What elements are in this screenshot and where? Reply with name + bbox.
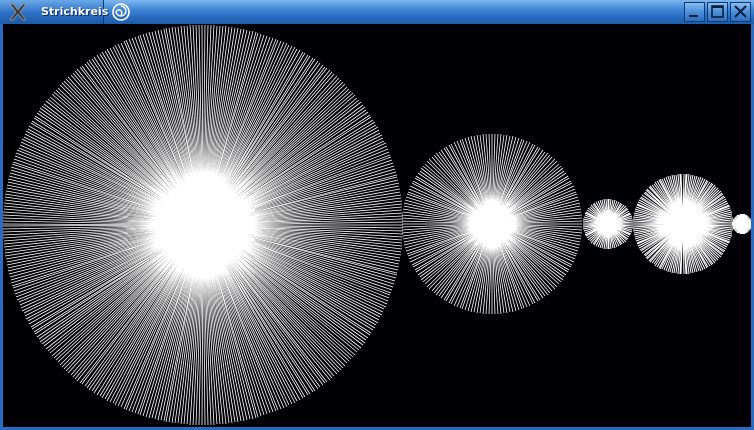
line-circle-medium-small [632,173,734,275]
minimize-icon [685,3,704,21]
line-circle-drawing [3,24,751,426]
title-tab[interactable]: Strichkreis [0,0,108,24]
drawing-canvas[interactable] [3,24,751,427]
close-button[interactable] [730,2,751,22]
title-bar[interactable]: Strichkreis [0,0,754,24]
maximize-icon [708,3,727,21]
window-title: Strichkreis [41,5,109,18]
minimize-button[interactable] [684,2,705,22]
swirl-icon[interactable] [109,2,133,22]
x-window-icon[interactable] [4,2,32,22]
line-circle-tiny [731,213,751,235]
line-circle-medium [401,133,583,315]
line-circle-small [582,198,634,250]
app-window: Strichkreis [0,0,754,430]
close-icon [731,3,750,21]
maximize-button[interactable] [707,2,728,22]
line-circle-large [3,24,404,426]
